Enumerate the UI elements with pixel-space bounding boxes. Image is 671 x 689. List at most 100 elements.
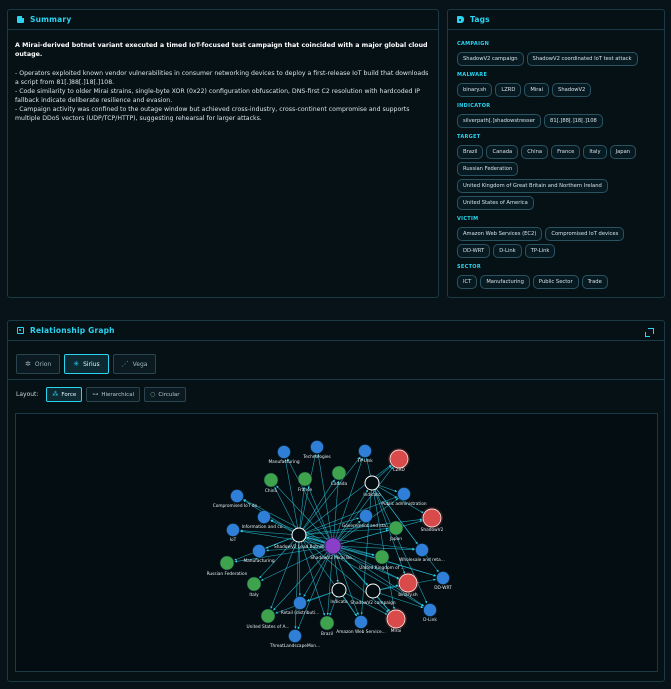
node-circle bbox=[365, 583, 381, 599]
tag-chip[interactable]: Trade bbox=[581, 275, 608, 289]
tag-row: ICT Manufacturing Public Sector Trade bbox=[457, 275, 655, 289]
graph-canvas[interactable]: ShadowV2 Mirai Bo... ShadowV2 Lead Botnet… bbox=[15, 413, 658, 672]
graph-node-russia[interactable]: Russian Federation bbox=[207, 555, 248, 577]
style-tab-label: Sirius bbox=[83, 360, 100, 368]
graph-node-threat[interactable]: ThreatLandscapeMon... bbox=[269, 629, 320, 650]
node-label: Indicato bbox=[363, 492, 381, 498]
graph-node-pubadmin[interactable]: Public administration bbox=[381, 487, 427, 508]
graph-node-ind1[interactable]: Indicato bbox=[330, 582, 348, 605]
tag-chip[interactable]: Canada bbox=[486, 145, 519, 159]
style-tab-orion[interactable]: ✲ Orion bbox=[16, 354, 61, 374]
node-label: Compromised IoT de... bbox=[213, 503, 262, 509]
graph-node-tech[interactable]: Technologies bbox=[302, 440, 332, 461]
tag-chip[interactable]: Russian Federation bbox=[457, 162, 519, 176]
node-circle bbox=[219, 555, 235, 571]
tag-category-target: TARGET bbox=[457, 134, 481, 140]
tag-chip[interactable]: United Kingdom of Great Britain and Nort… bbox=[457, 179, 608, 193]
graph-node-manuf1[interactable]: Manufacturing bbox=[268, 445, 300, 466]
tag-row: binary.sh LZRD Mirai ShadowV2 bbox=[457, 83, 655, 97]
tag-chip[interactable]: Brazil bbox=[457, 145, 484, 159]
graph-node-dlink[interactable]: D-Link bbox=[423, 603, 437, 624]
graph-node-brazil[interactable]: Brazil bbox=[319, 615, 335, 637]
style-tab-vega[interactable]: ⋰ Vega bbox=[112, 354, 157, 374]
node-label: ThreatLandscapeMon... bbox=[269, 643, 320, 649]
expand-icon[interactable] bbox=[645, 328, 654, 337]
style-tab-label: Orion bbox=[34, 360, 52, 368]
node-circle bbox=[252, 544, 266, 558]
layout-button-circular[interactable]: ○ Circular bbox=[144, 387, 186, 402]
summary-title: A Mirai-derived botnet variant executed … bbox=[15, 42, 428, 58]
tag-chip[interactable]: France bbox=[551, 145, 581, 159]
graph-node-ddwrt[interactable]: DD-WRT bbox=[434, 571, 452, 592]
node-label: Amazon Web Service... bbox=[336, 629, 385, 635]
tag-chip[interactable]: Compromised IoT devices bbox=[545, 227, 625, 241]
node-circle bbox=[422, 508, 442, 528]
graph-node-manuf2[interactable]: Manufacturing bbox=[243, 544, 275, 565]
graph-nodes: ShadowV2 Mirai Bo... ShadowV2 Lead Botnet… bbox=[207, 440, 452, 650]
tag-chip[interactable]: ShadowV2 coordinated IoT test attack bbox=[526, 52, 638, 66]
tag-chip[interactable]: binary.sh bbox=[457, 83, 493, 97]
node-label: Retail (distributi... bbox=[281, 610, 319, 616]
node-label: Mirai bbox=[391, 628, 402, 634]
tag-chip[interactable]: Public Sector bbox=[532, 275, 579, 289]
graph-node-italy[interactable]: Italy bbox=[246, 576, 262, 598]
tag-chip[interactable]: Manufacturing bbox=[480, 275, 530, 289]
graph-node-japan[interactable]: Japan bbox=[388, 520, 404, 542]
graph-node-binarysh[interactable]: binary.sh bbox=[397, 572, 419, 598]
tag-chip[interactable]: ShadowV2 bbox=[552, 83, 592, 97]
tags-panel: Tags CAMPAIGN ShadowV2 campaign ShadowV2 c… bbox=[447, 9, 665, 298]
node-circle bbox=[226, 523, 240, 537]
tag-chip[interactable]: DD-WRT bbox=[457, 244, 491, 258]
graph-node-china[interactable]: China bbox=[263, 472, 279, 494]
graph-node-mirai[interactable]: Mirai bbox=[385, 608, 407, 634]
node-circle bbox=[257, 510, 271, 524]
node-label: United States of A... bbox=[247, 624, 290, 630]
node-circle bbox=[436, 571, 450, 585]
tags-header-label: Tags bbox=[470, 15, 490, 24]
summary-bullet: - Campaign activity was confined to the … bbox=[15, 106, 410, 122]
tag-chip[interactable]: Japan bbox=[609, 145, 637, 159]
layout-row: Layout: ⁂ Force ⊶ Hierarchical ○ Circular bbox=[16, 387, 186, 402]
tag-chip[interactable]: TP-Link bbox=[524, 244, 556, 258]
layout-button-force[interactable]: ⁂ Force bbox=[46, 387, 83, 402]
node-circle bbox=[359, 509, 373, 523]
node-label: Manufacturing bbox=[268, 459, 299, 465]
node-circle bbox=[230, 489, 244, 503]
graph-node-compiot[interactable]: Compromised IoT de... bbox=[213, 489, 262, 510]
tag-chip[interactable]: D-Link bbox=[493, 244, 522, 258]
node-label: IoT bbox=[230, 537, 237, 543]
style-tab-label: Vega bbox=[132, 360, 148, 368]
graph-node-wholesale[interactable]: Wholesale and reta... bbox=[399, 543, 445, 564]
graph-node-tplink[interactable]: TP-Link bbox=[356, 444, 373, 465]
tag-chip[interactable]: Mirai bbox=[524, 83, 550, 97]
tag-chip[interactable]: ShadowV2 campaign bbox=[457, 52, 524, 66]
graph-node-ind2[interactable]: Indicato bbox=[363, 475, 381, 498]
node-label: Information and co... bbox=[242, 524, 287, 530]
tag-chip[interactable]: United States of America bbox=[457, 196, 534, 210]
orion-icon: ✲ bbox=[25, 360, 31, 368]
node-circle bbox=[246, 576, 262, 592]
tag-chip[interactable]: 81[.]88[.]18[.]108 bbox=[544, 114, 603, 128]
node-circle bbox=[386, 609, 406, 629]
tag-chip[interactable]: China bbox=[521, 145, 549, 159]
tag-chip[interactable]: Italy bbox=[583, 145, 607, 159]
graph-node-iot[interactable]: IoT bbox=[226, 523, 240, 544]
graph-node-canada[interactable]: Canada bbox=[331, 465, 348, 487]
graph-node-aws[interactable]: Amazon Web Service... bbox=[336, 615, 386, 636]
style-tab-sirius[interactable]: ✳ Sirius bbox=[64, 354, 109, 374]
tag-chip[interactable]: LZRD bbox=[495, 83, 522, 97]
node-circle bbox=[389, 449, 409, 469]
graph-node-infoco[interactable]: Information and co... bbox=[242, 510, 287, 531]
graph-node-france[interactable]: France bbox=[297, 471, 313, 493]
tag-chip[interactable]: ICT bbox=[457, 275, 478, 289]
tag-chip[interactable]: silverpath[.]shadowstresser bbox=[457, 114, 542, 128]
tag-row: Brazil Canada China France Italy Japan Russian… bbox=[457, 145, 655, 210]
tag-chip[interactable]: Amazon Web Services (EC2) bbox=[457, 227, 543, 241]
tag-row: Amazon Web Services (EC2) Compromised IoT… bbox=[457, 227, 655, 258]
node-label: binary.sh bbox=[398, 592, 418, 598]
tag-row: silverpath[.]shadowstresser 81[.]88[.]18[… bbox=[457, 114, 655, 128]
graph-node-shadowv2[interactable]: ShadowV2 bbox=[421, 507, 444, 533]
node-label: ShadowV2 Lead Botnet bbox=[274, 544, 324, 550]
layout-button-hierarchical[interactable]: ⊶ Hierarchical bbox=[86, 387, 141, 402]
graph-svg[interactable]: ShadowV2 Mirai Bo... ShadowV2 Lead Botnet… bbox=[16, 414, 659, 673]
